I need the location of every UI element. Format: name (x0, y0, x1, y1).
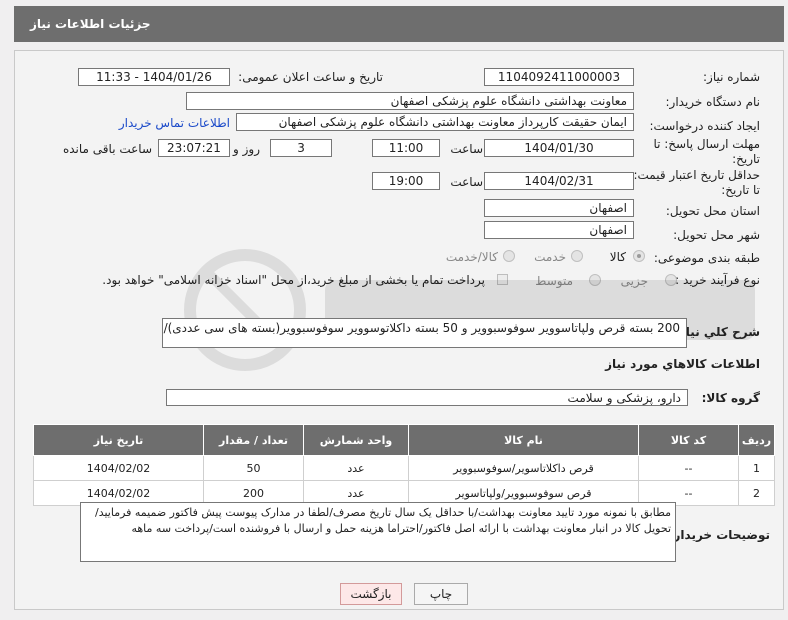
col-unit: واحد شمارش (303, 424, 409, 456)
goods-group-label: گروه كالا: (701, 391, 760, 405)
reply-time-field: 11:00 (372, 139, 440, 157)
province-field: اصفهان (484, 199, 634, 217)
cell-row: 2 (738, 480, 775, 506)
price-time-label: ساعت (450, 175, 483, 189)
table-row: 1 -- قرص داکلاتاسویر/سوفوسبوویر عدد 50 1… (33, 455, 775, 481)
cell-unit: عدد (303, 455, 409, 481)
need-number-field: 1104092411000003 (484, 68, 634, 86)
province-label: استان محل تحویل: (665, 204, 760, 218)
reply-deadline-label: مهلت ارسال پاسخ: تا (653, 137, 760, 151)
process-option-medium: متوسط (535, 274, 573, 288)
buyer-notes-label: توضیحات خریدار: (668, 528, 770, 542)
creator-field: ایمان حقیقت کارپرداز معاونت بهداشتی دانش… (236, 113, 634, 131)
category-option-service: خدمت (534, 250, 566, 264)
print-button[interactable]: چاپ (414, 583, 468, 605)
cell-code: -- (638, 455, 739, 481)
col-row: ردیف (738, 424, 775, 456)
price-validity-date-field: 1404/02/31 (484, 172, 634, 190)
need-number-label: شماره نیاز: (703, 70, 760, 84)
price-validity-label-2: تا تاریخ: (721, 183, 760, 197)
creator-label: ایجاد کننده درخواست: (649, 119, 760, 133)
treasury-payment-note: پرداخت تمام یا بخشی از مبلغ خرید،از محل … (102, 273, 485, 287)
buyer-notes-field: مطابق با نمونه مورد تایید معاونت بهداشت/… (80, 502, 676, 562)
reply-time-label: ساعت (450, 142, 483, 156)
cell-quantity: 50 (203, 455, 304, 481)
category-option-goods: کالا (609, 250, 626, 264)
process-radio-medium[interactable] (589, 274, 601, 286)
category-label: طبقه بندی موضوعی: (653, 251, 760, 265)
page-header: جزئیات اطلاعات نیاز (14, 6, 784, 42)
goods-section-title: اطلاعات كالاهاي مورد نياز (605, 357, 760, 371)
treasury-payment-checkbox[interactable] (497, 274, 508, 285)
description-field: 200 بسته قرص ولپاتاسوویر سوفوسبوویر و 50… (162, 318, 687, 348)
city-field: اصفهان (484, 221, 634, 239)
col-name: نام کالا (408, 424, 639, 456)
reply-date-field: 1404/01/30 (484, 139, 634, 157)
buyer-org-field: معاونت بهداشتی دانشگاه علوم پزشکی اصفهان (186, 92, 634, 110)
buyer-notes-line-1: مطابق با نمونه مورد تایید معاونت بهداشت/… (94, 506, 671, 519)
city-label: شهر محل تحویل: (673, 228, 760, 242)
remaining-time-field: 23:07:21 (158, 139, 230, 157)
category-option-goods-service: کالا/خدمت (445, 250, 498, 264)
buyer-notes-line-2: تحویل کالا در انبار معاونت بهداشت با ارا… (131, 522, 671, 535)
category-radio-goods-service[interactable] (503, 250, 515, 262)
cell-row: 1 (738, 455, 775, 481)
col-code: کد کالا (638, 424, 739, 456)
cell-name: قرص داکلاتاسویر/سوفوسبوویر (408, 455, 639, 481)
cell-need-date: 1404/02/02 (33, 455, 204, 481)
buyer-contact-link[interactable]: اطلاعات تماس خریدار (119, 116, 230, 130)
process-label: نوع فرآیند خرید : (675, 273, 760, 287)
goods-table-header: ردیف کد کالا نام کالا واحد شمارش تعداد /… (33, 424, 775, 456)
process-option-minor: جزیی (620, 274, 648, 288)
back-button[interactable]: بازگشت (340, 583, 402, 605)
days-label: روز و (233, 142, 260, 156)
buyer-org-label: نام دستگاه خریدار: (665, 95, 761, 109)
page-title: جزئیات اطلاعات نیاز (30, 17, 151, 31)
price-validity-time-field: 19:00 (372, 172, 440, 190)
category-radio-goods[interactable] (633, 250, 645, 262)
goods-table: ردیف کد کالا نام کالا واحد شمارش تعداد /… (33, 424, 775, 506)
col-quantity: تعداد / مقدار (203, 424, 304, 456)
announce-label: تاریخ و ساعت اعلان عمومی: (238, 70, 383, 84)
price-validity-label: حداقل تاریخ اعتبار قیمت: (633, 168, 760, 182)
category-radio-service[interactable] (571, 250, 583, 262)
goods-group-field: دارو، پزشکی و سلامت (166, 389, 688, 406)
reply-deadline-label-2: تاریخ: (732, 152, 760, 166)
process-radio-minor[interactable] (665, 274, 677, 286)
remaining-label: ساعت باقی مانده (62, 142, 152, 156)
col-need-date: تاریخ نیاز (33, 424, 204, 456)
announce-datetime-field: 1404/01/26 - 11:33 (78, 68, 230, 86)
remaining-days-field: 3 (270, 139, 332, 157)
